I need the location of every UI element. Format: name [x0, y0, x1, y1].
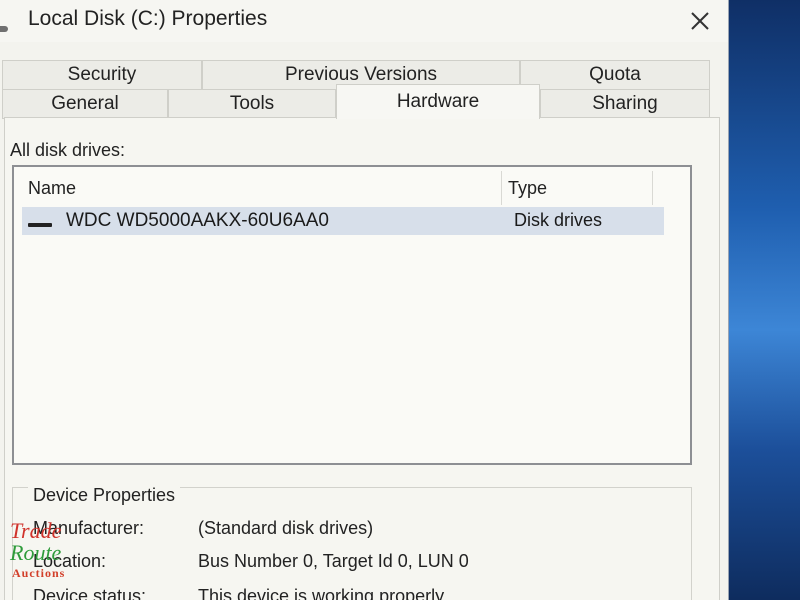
watermark-line: Route [10, 540, 62, 565]
tab-label: Sharing [592, 93, 658, 114]
watermark-logo: Trade Route Auctions [10, 518, 90, 590]
watermark-line: Auctions [12, 566, 66, 580]
tab-security[interactable]: Security [2, 60, 202, 90]
column-header-name-label: Name [28, 177, 77, 198]
tab-label: Tools [229, 93, 275, 114]
all-disk-drives-label: All disk drives: [10, 140, 126, 160]
tab-quota[interactable]: Quota [520, 60, 710, 90]
location-value: Bus Number 0, Target Id 0, LUN 0 [198, 551, 469, 571]
list-item-disk-drive[interactable]: WDC WD5000AAKX-60U6AA0 Disk drives [22, 207, 664, 235]
column-header-type-label: Type [508, 177, 548, 198]
tab-general[interactable]: General [2, 89, 168, 119]
tab-label: Quota [589, 64, 641, 85]
disk-drive-icon [28, 223, 52, 227]
column-header-name[interactable]: Name [28, 173, 498, 203]
close-button[interactable] [680, 4, 720, 38]
properties-dialog: Local Disk (C:) Properties Security Prev… [0, 0, 729, 600]
disk-drives-list[interactable]: Name Type WDC WD5000AAKX-60U6AA0 Disk dr… [12, 165, 692, 465]
device-status-value: This device is working properly. [198, 586, 448, 600]
tab-label: Security [67, 64, 137, 85]
drive-name: WDC WD5000AAKX-60U6AA0 [66, 210, 329, 231]
drive-title-icon [0, 26, 8, 32]
tab-hardware[interactable]: Hardware [336, 84, 540, 119]
desktop-background [726, 0, 800, 600]
column-separator[interactable] [501, 171, 502, 205]
drive-type: Disk drives [514, 210, 603, 230]
column-separator[interactable] [652, 171, 653, 205]
tab-label: Previous Versions [284, 64, 438, 85]
device-properties-title: Device Properties [28, 485, 181, 506]
close-icon [691, 12, 709, 30]
tab-tools[interactable]: Tools [168, 89, 336, 119]
tab-sharing[interactable]: Sharing [540, 89, 710, 119]
manufacturer-value: (Standard disk drives) [198, 518, 374, 538]
window-title: Local Disk (C:) Properties [28, 7, 268, 30]
tab-label: General [51, 93, 119, 114]
tab-label: Hardware [396, 91, 480, 112]
column-header-type[interactable]: Type [508, 173, 648, 203]
title-bar: Local Disk (C:) Properties [0, 0, 728, 42]
